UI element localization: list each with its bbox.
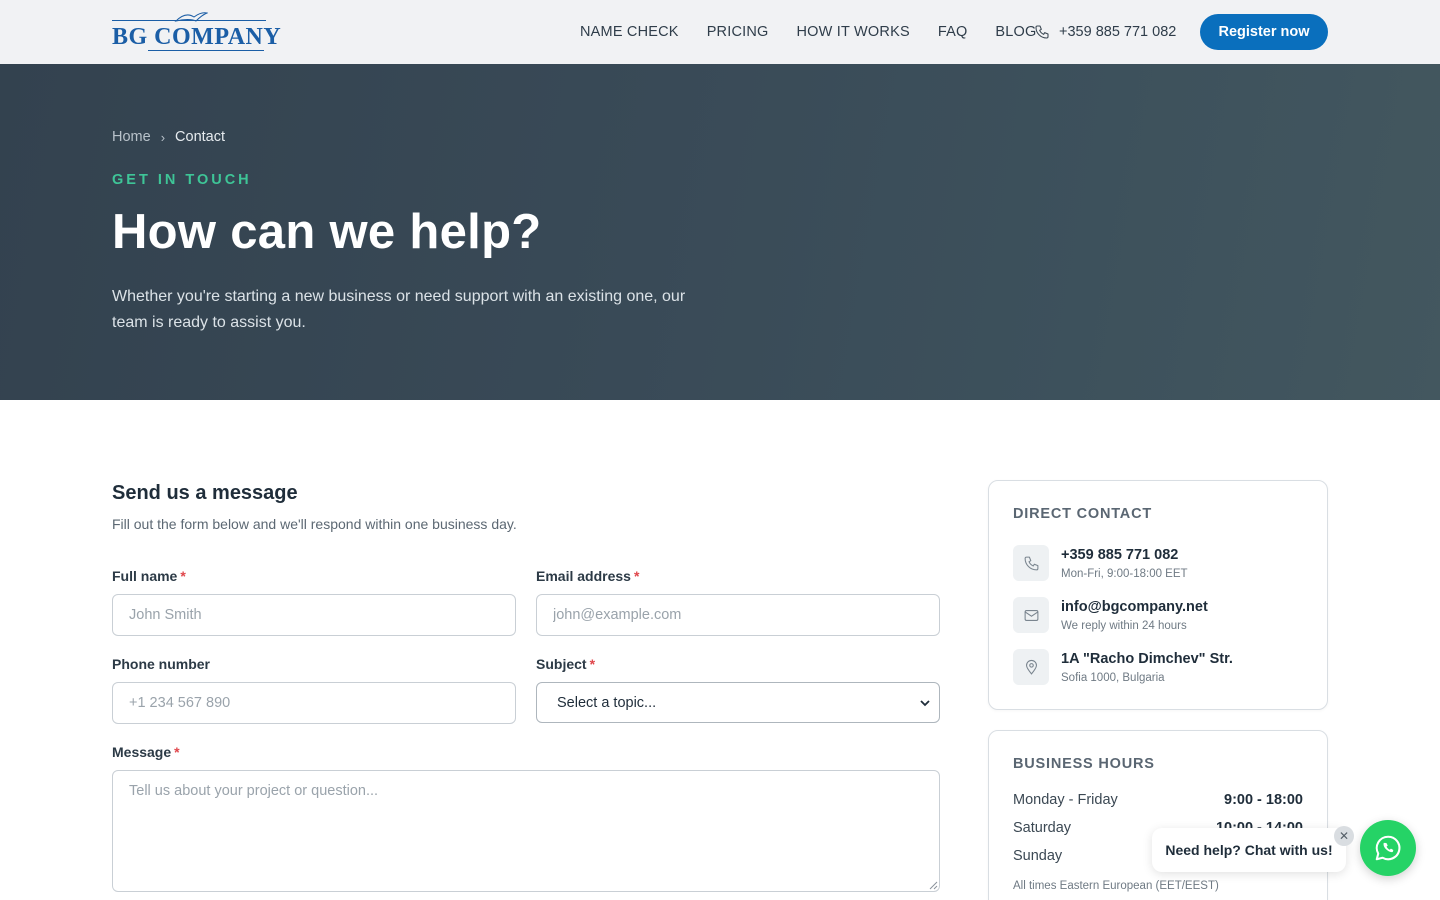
form-title: Send us a message (112, 482, 298, 504)
nav-blog[interactable]: BLOG (995, 24, 1036, 40)
page-title: How can we help? (112, 205, 542, 259)
contact-address-value: 1A "Racho Dimchev" Str. (1061, 651, 1233, 667)
hours-row: Monday - Friday 9:00 - 18:00 (1013, 792, 1303, 808)
site-header: BG COMPANY NAME CHECK PRICING HOW IT WOR… (0, 0, 1440, 64)
bird-logo-icon (174, 12, 208, 22)
full-name-label-text: Full name (112, 568, 178, 584)
contact-phone-meta: Mon-Fri, 9:00-18:00 EET (1061, 568, 1188, 580)
breadcrumb: Home › Contact (112, 129, 225, 145)
mail-icon-box (1013, 597, 1049, 633)
email-label-text: Email address (536, 568, 631, 584)
contact-email-row[interactable]: info@bgcompany.net We reply within 24 ho… (1013, 597, 1208, 634)
form-subtitle: Fill out the form below and we'll respon… (112, 516, 517, 532)
main-nav: NAME CHECK PRICING HOW IT WORKS FAQ BLOG (580, 0, 1037, 64)
nav-how-it-works[interactable]: HOW IT WORKS (797, 24, 910, 40)
message-label-text: Message (112, 744, 172, 760)
location-pin-icon-box (1013, 649, 1049, 685)
chat-prompt-bubble[interactable]: Need help? Chat with us! (1152, 828, 1346, 872)
hero-subtitle: Whether you're starting a new business o… (112, 288, 686, 331)
breadcrumb-current: Contact (175, 129, 226, 145)
required-mark: * (180, 568, 186, 584)
chevron-right-icon: › (160, 129, 166, 145)
phone-icon-box (1013, 545, 1049, 581)
header-phone-link[interactable]: +359 885 771 082 (1034, 0, 1176, 64)
logo-rule-bottom (148, 50, 264, 51)
email-input[interactable] (536, 594, 940, 636)
phone-icon (1024, 556, 1038, 570)
subject-select[interactable]: Select a topic... (536, 682, 940, 723)
contact-phone-value: +359 885 771 082 (1061, 547, 1179, 563)
required-mark: * (633, 568, 640, 584)
message-textarea[interactable] (112, 770, 940, 892)
phone-label: Phone number (112, 656, 210, 672)
direct-contact-card: DIRECT CONTACT +359 885 771 082 Mon-Fri,… (988, 480, 1328, 710)
chevron-down-icon (920, 700, 930, 707)
logo[interactable]: BG COMPANY (112, 10, 281, 54)
contact-email-meta: We reply within 24 hours (1061, 620, 1187, 632)
message-label: Message * (112, 744, 180, 760)
resize-grip-icon[interactable] (928, 880, 938, 890)
hours-day: Monday - Friday (1013, 792, 1118, 808)
phone-input[interactable] (112, 682, 516, 724)
nav-pricing[interactable]: PRICING (707, 24, 769, 40)
subject-selected-value: Select a topic... (557, 694, 657, 711)
whatsapp-chat-button[interactable] (1360, 820, 1416, 876)
subject-label-text: Subject (536, 656, 587, 672)
full-name-label: Full name * (112, 568, 186, 584)
subject-label: Subject * (536, 656, 595, 672)
contact-phone-row[interactable]: +359 885 771 082 Mon-Fri, 9:00-18:00 EET (1013, 545, 1188, 582)
close-icon[interactable]: ✕ (1334, 826, 1354, 846)
logo-text: BG COMPANY (112, 24, 282, 50)
email-label: Email address * (536, 568, 639, 584)
header-phone-number: +359 885 771 082 (1059, 24, 1177, 40)
hero-section: Home › Contact GET IN TOUCH How can we h… (0, 64, 1440, 400)
hours-day: Saturday (1013, 820, 1072, 836)
hours-timezone-note: All times Eastern European (EET/EEST) (1013, 880, 1219, 892)
logo-rule-top (112, 20, 266, 21)
mail-icon (1024, 609, 1038, 621)
direct-contact-heading: DIRECT CONTACT (1013, 506, 1153, 522)
required-mark: * (174, 744, 180, 760)
register-now-button[interactable]: Register now (1200, 14, 1328, 50)
breadcrumb-home[interactable]: Home (112, 129, 151, 145)
nav-faq[interactable]: FAQ (938, 24, 968, 40)
contact-address-row[interactable]: 1A "Racho Dimchev" Str. Sofia 1000, Bulg… (1013, 649, 1233, 686)
phone-icon (1035, 25, 1049, 39)
phone-label-text: Phone number (112, 656, 211, 672)
full-name-input[interactable] (112, 594, 516, 636)
contact-email-value: info@bgcompany.net (1061, 599, 1208, 615)
hero-eyebrow: GET IN TOUCH (112, 172, 252, 188)
business-hours-heading: BUSINESS HOURS (1013, 756, 1155, 772)
whatsapp-icon (1375, 835, 1401, 861)
hours-day: Sunday (1013, 848, 1063, 864)
hours-time: 9:00 - 18:00 (1224, 792, 1303, 808)
location-pin-icon (1025, 659, 1037, 675)
required-mark: * (589, 656, 596, 672)
business-hours-card: BUSINESS HOURS Monday - Friday 9:00 - 18… (988, 730, 1328, 900)
contact-address-meta: Sofia 1000, Bulgaria (1061, 672, 1165, 684)
nav-name-check[interactable]: NAME CHECK (580, 24, 679, 40)
